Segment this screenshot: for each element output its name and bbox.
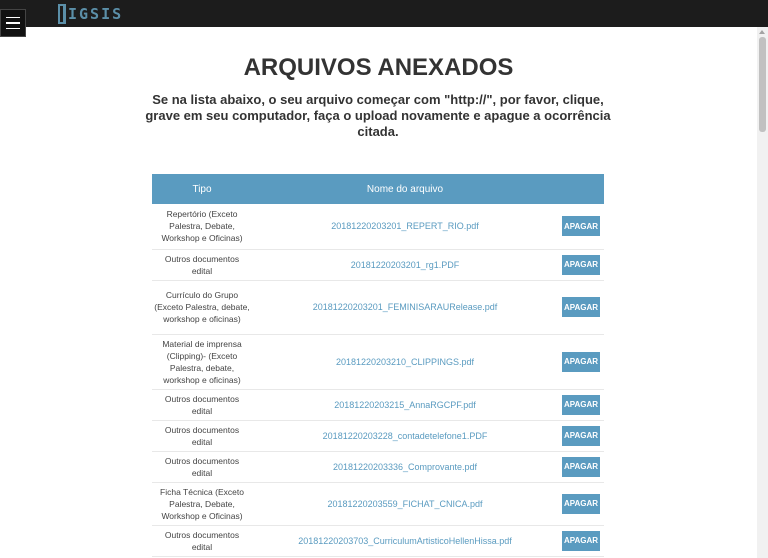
table-row: Outros documentos edital 20181220203215_A…: [152, 389, 604, 421]
cell-tipo: Repertório (Exceto Palestra, Debate, Wor…: [152, 204, 252, 250]
cell-tipo: Outros documentos edital: [152, 525, 252, 557]
apagar-button[interactable]: APAGAR: [562, 216, 600, 237]
table-row: Ficha Técnica (Exceto Palestra, Debate, …: [152, 482, 604, 526]
cell-file: 20181220203201_rg1.PDF: [252, 249, 558, 281]
cell-tipo: Outros documentos edital: [152, 451, 252, 483]
apagar-button[interactable]: APAGAR: [562, 425, 600, 446]
file-link[interactable]: 20181220203201_rg1.PDF: [351, 260, 460, 270]
column-header-tipo: Tipo: [152, 174, 252, 204]
cell-tipo: Outros documentos edital: [152, 389, 252, 421]
cell-file: 20181220203336_Comprovante.pdf: [252, 451, 558, 483]
apagar-button[interactable]: APAGAR: [562, 394, 600, 415]
table-row: Outros documentos edital 20181220203228_c…: [152, 420, 604, 452]
cell-tipo: Currículo do Grupo (Exceto Palestra, deb…: [152, 280, 252, 335]
vertical-scrollbar[interactable]: [757, 27, 768, 558]
page-title: ARQUIVOS ANEXADOS: [243, 54, 514, 81]
apagar-button[interactable]: APAGAR: [562, 254, 600, 275]
hamburger-icon-line: [6, 22, 20, 24]
table-row: Repertório (Exceto Palestra, Debate, Wor…: [152, 204, 604, 250]
column-header-actions: [558, 174, 604, 204]
instructions-text: Se na lista abaixo, o seu arquivo começa…: [145, 92, 611, 139]
table-header-row: Tipo Nome do arquivo: [152, 174, 604, 204]
table-row: Outros documentos edital 20181220203703_C…: [152, 525, 604, 557]
scrollbar-thumb[interactable]: [759, 37, 766, 132]
table-row: Outros documentos edital 20181220203336_C…: [152, 451, 604, 483]
cell-tipo: Outros documentos edital: [152, 249, 252, 281]
hamburger-icon-line: [6, 16, 20, 19]
file-link[interactable]: 20181220203215_AnnaRGCPF.pdf: [334, 400, 476, 410]
table-row: Currículo do Grupo (Exceto Palestra, deb…: [152, 280, 604, 335]
cell-actions: APAGAR: [558, 525, 604, 557]
table-row: Material de imprensa (Clipping)- (Exceto…: [152, 334, 604, 390]
file-link[interactable]: 20181220203210_CLIPPINGS.pdf: [336, 357, 474, 367]
file-link[interactable]: 20181220203201_FEMINISARAURelease.pdf: [313, 302, 498, 312]
file-link[interactable]: 20181220203201_REPERT_RIO.pdf: [331, 221, 478, 231]
apagar-button[interactable]: APAGAR: [562, 530, 600, 551]
apagar-button[interactable]: APAGAR: [562, 351, 600, 372]
scroll-up-arrow-icon[interactable]: [759, 30, 765, 34]
cell-actions: APAGAR: [558, 389, 604, 421]
file-link[interactable]: 20181220203336_Comprovante.pdf: [333, 462, 477, 472]
file-link[interactable]: 20181220203703_CurriculumArtisticoHellen…: [298, 536, 512, 546]
cell-actions: APAGAR: [558, 451, 604, 483]
cell-file: 20181220203210_CLIPPINGS.pdf: [252, 334, 558, 390]
cell-actions: APAGAR: [558, 280, 604, 335]
cell-actions: APAGAR: [558, 204, 604, 250]
logo-text: IGSIS: [68, 4, 124, 23]
cell-file: 20181220203703_CurriculumArtisticoHellen…: [252, 525, 558, 557]
cell-actions: APAGAR: [558, 420, 604, 452]
column-header-nome-arquivo: Nome do arquivo: [252, 174, 558, 204]
cell-actions: APAGAR: [558, 334, 604, 390]
attachments-table: Tipo Nome do arquivo Repertório (Exceto …: [152, 174, 604, 557]
cell-tipo: Material de imprensa (Clipping)- (Exceto…: [152, 334, 252, 390]
file-link[interactable]: 20181220203228_contadetelefone1.PDF: [323, 431, 488, 441]
cell-tipo: Ficha Técnica (Exceto Palestra, Debate, …: [152, 482, 252, 526]
apagar-button[interactable]: APAGAR: [562, 297, 600, 317]
cell-file: 20181220203215_AnnaRGCPF.pdf: [252, 389, 558, 421]
cell-file: 20181220203228_contadetelefone1.PDF: [252, 420, 558, 452]
cell-tipo: Outros documentos edital: [152, 420, 252, 452]
cell-file: 20181220203201_REPERT_RIO.pdf: [252, 204, 558, 250]
cell-actions: APAGAR: [558, 249, 604, 281]
hamburger-menu-button[interactable]: [0, 9, 26, 37]
cell-actions: APAGAR: [558, 482, 604, 526]
apagar-button[interactable]: APAGAR: [562, 456, 600, 477]
top-navbar: IGSIS: [0, 0, 768, 27]
cell-file: 20181220203201_FEMINISARAURelease.pdf: [252, 280, 558, 335]
apagar-button[interactable]: APAGAR: [562, 493, 600, 514]
cell-file: 20181220203559_FICHAT_CNICA.pdf: [252, 482, 558, 526]
hamburger-icon-line: [6, 27, 20, 30]
igsis-logo[interactable]: IGSIS: [58, 3, 123, 24]
table-row: Outros documentos edital 20181220203201_r…: [152, 249, 604, 281]
logo-mark-icon: [58, 3, 66, 24]
file-link[interactable]: 20181220203559_FICHAT_CNICA.pdf: [328, 499, 483, 509]
